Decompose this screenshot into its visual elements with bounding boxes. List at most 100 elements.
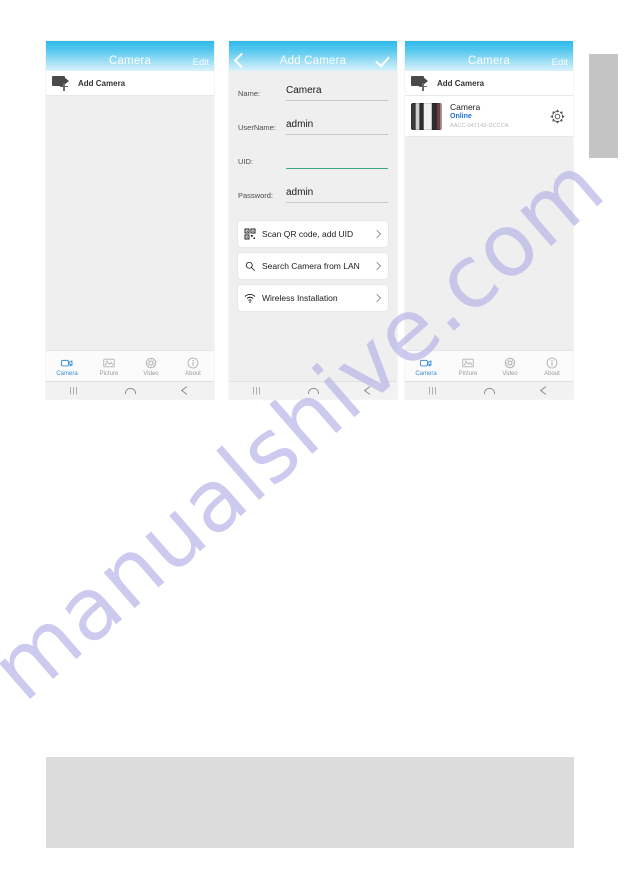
navigation-bar: Add Camera [229, 41, 397, 71]
back-icon [539, 386, 551, 395]
check-icon[interactable] [375, 52, 390, 68]
tab-video-label: Video [502, 371, 518, 377]
video-camera-icon [60, 359, 73, 367]
back-icon [363, 386, 375, 395]
bottom-tab-bar: Camera Picture Video About [46, 350, 214, 382]
search-icon [243, 260, 256, 273]
navigation-bar: Camera Edit [405, 41, 573, 71]
android-system-bar: ||| [46, 381, 214, 399]
chevron-left-icon[interactable] [233, 52, 250, 69]
phone-screenshot-add-camera: Add Camera Name: Camera UserName: admin … [229, 41, 397, 399]
wireless-install-button[interactable]: Wireless Installation [238, 285, 388, 311]
info-icon [546, 357, 558, 369]
add-camera-row[interactable]: Add Camera [405, 71, 573, 96]
page-title: Add Camera [279, 54, 347, 67]
camera-list-body [46, 96, 214, 371]
tab-about[interactable]: About [172, 356, 214, 377]
camera-list-body [405, 137, 573, 372]
navigation-bar: Camera Edit [46, 41, 214, 71]
tab-picture-label: Picture [99, 371, 119, 377]
qr-code-icon [243, 228, 256, 241]
video-camera-plus-icon [411, 75, 431, 91]
back-icon [180, 386, 192, 395]
status-badge: Online [450, 113, 472, 121]
home-icon [124, 387, 136, 394]
picture-icon [462, 358, 474, 368]
camera-uid: AACC-047149-DCCCA [450, 123, 509, 129]
add-camera-label: Add Camera [437, 78, 485, 88]
tab-camera-label: Camera [415, 371, 437, 377]
android-system-bar: ||| [229, 381, 397, 399]
camera-snapshot-thumbnail [411, 102, 442, 130]
back-button[interactable] [158, 382, 214, 399]
search-lan-button[interactable]: Search Camera from LAN [238, 253, 388, 279]
tab-picture[interactable]: Picture [88, 356, 130, 377]
tab-video[interactable]: Video [130, 356, 172, 377]
info-icon [187, 357, 199, 369]
recents-icon: ||| [428, 386, 438, 395]
tab-camera[interactable]: Camera [405, 356, 447, 377]
form-row-password: Password: admin [238, 180, 388, 203]
android-system-bar: ||| [405, 381, 573, 399]
home-button[interactable] [285, 382, 341, 399]
scan-qr-button[interactable]: Scan QR code, add UID [238, 221, 388, 247]
chevron-right-icon [372, 261, 382, 271]
home-button[interactable] [461, 382, 517, 399]
picture-icon [103, 358, 115, 368]
username-field[interactable]: admin [286, 114, 388, 135]
tab-video[interactable]: Video [489, 356, 531, 377]
phone-screenshot-camera-list-empty: Camera Edit Add Camera Camera Picture Vi… [46, 41, 214, 399]
name-label: Name: [238, 89, 261, 98]
add-camera-actions: Scan QR code, add UID Search Camera from… [229, 214, 397, 311]
wireless-install-label: Wireless Installation [262, 292, 338, 303]
edit-button[interactable]: Edit [552, 57, 568, 68]
form-row-name: Name: Camera [238, 78, 388, 101]
home-button[interactable] [102, 382, 158, 399]
camera-info: Camera Online AACC-047149-DCCCA [450, 101, 550, 130]
username-value: admin [286, 119, 314, 130]
back-button[interactable] [341, 382, 397, 399]
gear-icon[interactable] [550, 109, 565, 124]
tab-about-label: About [185, 371, 201, 377]
video-reel-icon [145, 357, 157, 369]
password-label: Password: [238, 191, 274, 200]
recents-button[interactable]: ||| [46, 382, 102, 399]
tab-camera[interactable]: Camera [46, 356, 88, 377]
video-camera-icon [419, 359, 432, 367]
page-title: Camera [108, 54, 152, 67]
password-field[interactable]: admin [286, 182, 388, 203]
recents-icon: ||| [69, 386, 79, 395]
bottom-tab-bar: Camera Picture Video About [405, 350, 573, 382]
form-row-uid: UID: [238, 146, 388, 169]
bottom-placeholder-box [46, 757, 574, 848]
form-row-username: UserName: admin [238, 112, 388, 135]
recents-icon: ||| [252, 386, 262, 395]
uid-field[interactable] [286, 166, 388, 169]
recents-button[interactable]: ||| [229, 382, 285, 399]
chevron-right-icon [372, 229, 382, 239]
add-camera-form: Name: Camera UserName: admin UID: Passwo… [229, 71, 397, 203]
name-value: Camera [286, 85, 322, 96]
edit-button[interactable]: Edit [193, 57, 209, 68]
tab-picture[interactable]: Picture [447, 356, 489, 377]
uid-label: UID: [238, 157, 253, 166]
search-lan-label: Search Camera from LAN [262, 260, 360, 271]
screenshot-row: Camera Edit Add Camera Camera Picture Vi… [0, 0, 629, 420]
back-button[interactable] [517, 382, 573, 399]
name-field[interactable]: Camera [286, 80, 388, 101]
tab-video-label: Video [143, 371, 159, 377]
page-title: Camera [467, 54, 511, 67]
tab-about[interactable]: About [531, 356, 573, 377]
username-label: UserName: [238, 123, 276, 132]
password-value: admin [286, 187, 314, 198]
recents-button[interactable]: ||| [405, 382, 461, 399]
camera-name: Camera [450, 101, 481, 112]
camera-list-item[interactable]: Camera Online AACC-047149-DCCCA [405, 96, 573, 137]
add-camera-row[interactable]: Add Camera [46, 71, 214, 96]
home-icon [307, 387, 319, 394]
wifi-icon [243, 292, 256, 305]
video-camera-plus-icon [52, 75, 72, 91]
scan-qr-label: Scan QR code, add UID [262, 228, 354, 239]
tab-about-label: About [544, 371, 560, 377]
tab-camera-label: Camera [56, 371, 78, 377]
